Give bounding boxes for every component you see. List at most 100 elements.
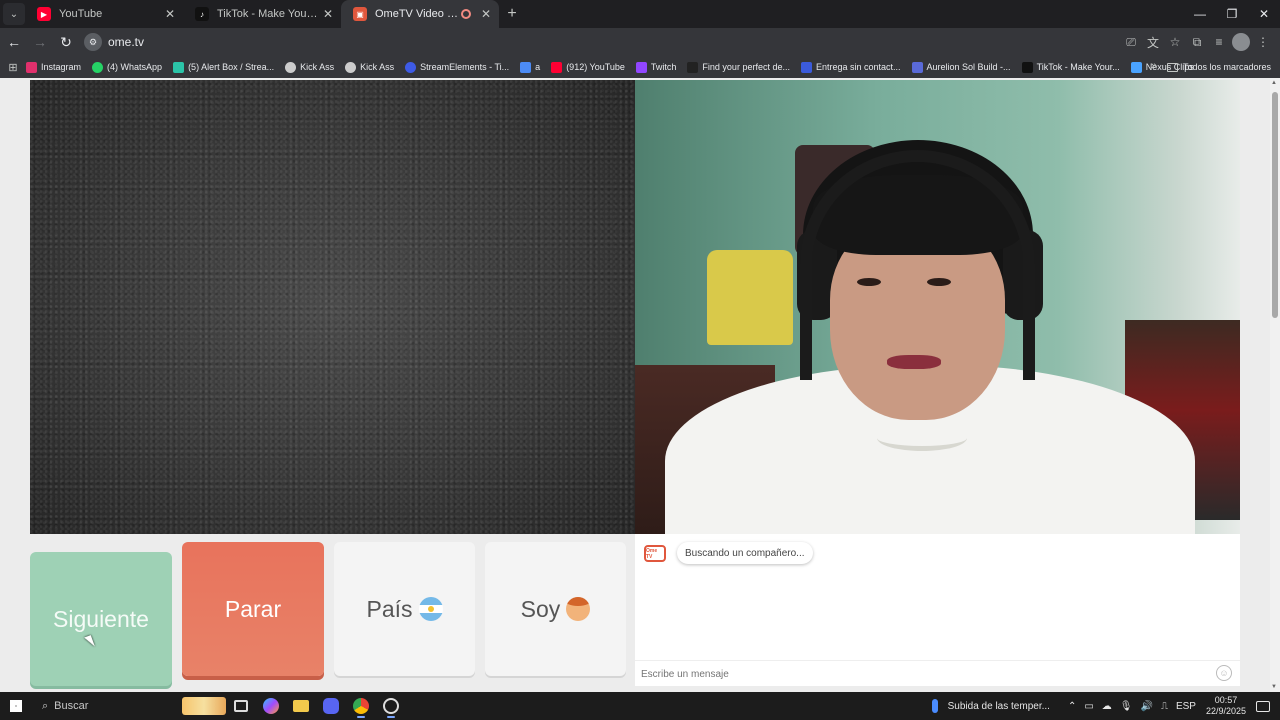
cast-icon[interactable]: ⎚ bbox=[1120, 30, 1142, 54]
bookmark-item[interactable]: Aurelion Sol Build -... bbox=[911, 61, 1011, 73]
apps-grid-icon[interactable]: ⊞ bbox=[0, 61, 26, 74]
video-necklace bbox=[877, 425, 967, 451]
windows-taskbar: ⌕ Buscar Subida de las temper... ⌃ ▭ ☁ 🎙… bbox=[0, 692, 1280, 720]
profile-avatar[interactable] bbox=[1232, 33, 1250, 51]
microphone-icon[interactable]: 🎙 bbox=[1120, 701, 1133, 712]
video-headset bbox=[800, 150, 1035, 380]
whatsapp-icon bbox=[92, 61, 104, 73]
bookmark-item[interactable]: Twitch bbox=[635, 61, 676, 73]
clock[interactable]: 00:57 22/9/2025 bbox=[1206, 695, 1246, 717]
youtube-icon bbox=[551, 61, 563, 73]
minimize-icon[interactable]: — bbox=[1184, 0, 1216, 28]
bookmarks-bar: ⊞ Instagram (4) WhatsApp (5) Alert Box /… bbox=[0, 56, 1280, 78]
bookmark-item[interactable]: Entrega sin contact... bbox=[800, 61, 901, 73]
search-placeholder: Buscar bbox=[54, 700, 89, 712]
globe-icon bbox=[285, 61, 297, 73]
bookmark-label: Kick Ass bbox=[360, 62, 395, 72]
bookmark-item[interactable]: (912) YouTube bbox=[551, 61, 625, 73]
system-tray: Subida de las temper... ⌃ ▭ ☁ 🎙 🔊 ⎍ ESP … bbox=[931, 692, 1280, 720]
site-info-icon[interactable]: ⚙ bbox=[84, 33, 102, 51]
bookmark-item[interactable]: Kick Ass bbox=[345, 61, 395, 73]
tab-ometv[interactable]: ▣ OmeTV Video Chat — Om ✕ bbox=[341, 0, 499, 28]
bookmark-label: StreamElements - Ti... bbox=[420, 62, 510, 72]
chrome-icon[interactable] bbox=[346, 692, 376, 720]
weather-widget[interactable]: Subida de las temper... bbox=[931, 699, 1050, 713]
task-view-icon[interactable] bbox=[226, 692, 256, 720]
forward-arrow-icon[interactable]: → bbox=[28, 30, 52, 54]
menu-icon[interactable]: ⋮ bbox=[1252, 30, 1274, 54]
taskbar-search[interactable]: ⌕ Buscar bbox=[36, 695, 226, 717]
bookmark-label: Instagram bbox=[41, 62, 82, 72]
site-icon bbox=[687, 61, 699, 73]
monitor-icon[interactable]: ▭ bbox=[1084, 701, 1093, 712]
chevron-up-icon[interactable]: ⌃ bbox=[1068, 701, 1076, 712]
browser-toolbar: ← → ↻ ⚙ ome.tv ⎚ 文 ☆ ⧉ ≡ ⋮ bbox=[0, 28, 1280, 56]
document-icon bbox=[800, 61, 812, 73]
copilot-glyph bbox=[263, 698, 279, 714]
bookmark-label: (4) WhatsApp bbox=[107, 62, 163, 72]
close-icon[interactable]: ✕ bbox=[165, 7, 175, 21]
copilot-icon[interactable] bbox=[256, 692, 286, 720]
file-explorer-icon[interactable] bbox=[286, 692, 316, 720]
close-icon[interactable]: ✕ bbox=[481, 7, 491, 21]
bookmark-item[interactable]: (5) Alert Box / Strea... bbox=[173, 61, 274, 73]
search-icon: ⌕ bbox=[42, 699, 49, 712]
language-indicator[interactable]: ESP bbox=[1176, 701, 1196, 712]
scroll-down-icon[interactable]: ▼ bbox=[1271, 684, 1277, 690]
clock-date: 22/9/2025 bbox=[1205, 706, 1246, 716]
stop-button[interactable]: Parar bbox=[182, 542, 324, 676]
obs-glyph bbox=[383, 698, 399, 714]
chevron-right-icon[interactable]: » bbox=[1151, 60, 1157, 72]
close-window-icon[interactable]: ✕ bbox=[1248, 0, 1280, 28]
bookmark-label: Entrega sin contact... bbox=[815, 62, 901, 72]
tab-tiktok[interactable]: ♪ TikTok - Make Your Day ✕ bbox=[183, 0, 341, 28]
bookmark-label: a bbox=[535, 62, 541, 72]
tab-title: TikTok - Make Your Day bbox=[217, 8, 319, 20]
bookmark-item[interactable]: TikTok - Make Your... bbox=[1021, 61, 1120, 73]
extensions-icon[interactable]: ⧉ bbox=[1186, 30, 1208, 54]
bookmark-item[interactable]: Kick Ass bbox=[285, 61, 334, 73]
gender-button[interactable]: Soy bbox=[485, 542, 626, 676]
chat-status-message: Buscando un compañero... bbox=[677, 542, 813, 564]
network-icon[interactable]: ⎍ bbox=[1161, 701, 1168, 712]
new-tab-button[interactable]: + bbox=[499, 1, 525, 27]
media-icon[interactable]: ≡ bbox=[1208, 30, 1230, 54]
address-bar[interactable]: ⚙ ome.tv bbox=[84, 30, 1094, 54]
cloud-icon[interactable]: ☁ bbox=[1102, 701, 1112, 712]
video-mouth bbox=[887, 355, 941, 369]
restore-icon[interactable]: ❐ bbox=[1216, 0, 1248, 28]
bookmark-label: (912) YouTube bbox=[566, 62, 625, 72]
tab-search-button[interactable]: ⌄ bbox=[3, 3, 25, 25]
notification-icon[interactable] bbox=[1256, 700, 1270, 712]
back-arrow-icon[interactable]: ← bbox=[2, 30, 26, 54]
bookmark-item[interactable]: (4) WhatsApp bbox=[92, 61, 163, 73]
bookmark-item[interactable]: Instagram bbox=[26, 61, 82, 73]
start-button[interactable] bbox=[0, 692, 32, 720]
obs-icon[interactable] bbox=[376, 692, 406, 720]
star-icon[interactable]: ☆ bbox=[1164, 30, 1186, 54]
all-bookmarks-button[interactable]: Todos los marcadores bbox=[1166, 56, 1271, 78]
discord-icon[interactable] bbox=[316, 692, 346, 720]
window-controls: — ❐ ✕ bbox=[1184, 0, 1280, 28]
next-button[interactable]: Siguiente bbox=[30, 552, 172, 686]
tab-youtube[interactable]: ▶ YouTube ✕ bbox=[25, 0, 183, 28]
translate-icon[interactable]: 文 bbox=[1142, 30, 1164, 54]
bookmark-item[interactable]: a bbox=[520, 61, 541, 73]
weather-text: Subida de las temper... bbox=[947, 700, 1050, 712]
country-button[interactable]: País bbox=[334, 542, 475, 676]
chat-message-input[interactable] bbox=[641, 663, 1201, 685]
speaker-icon[interactable]: 🔊 bbox=[1140, 701, 1152, 712]
scroll-thumb[interactable] bbox=[1272, 92, 1278, 318]
bookmark-item[interactable]: StreamElements - Ti... bbox=[405, 61, 510, 73]
thermometer-icon bbox=[931, 699, 938, 713]
reload-icon[interactable]: ↻ bbox=[54, 30, 78, 54]
page-scrollbar[interactable]: ▲ ▼ bbox=[1270, 78, 1280, 692]
bookmark-item[interactable]: Find your perfect de... bbox=[687, 61, 790, 73]
video-eye bbox=[927, 278, 951, 286]
argentina-flag-icon bbox=[418, 597, 443, 621]
url-text[interactable]: ome.tv bbox=[108, 35, 144, 49]
emoji-icon[interactable]: ☺ bbox=[1216, 665, 1232, 681]
close-icon[interactable]: ✕ bbox=[323, 7, 333, 21]
scroll-up-icon[interactable]: ▲ bbox=[1271, 80, 1277, 86]
next-button-label: Siguiente bbox=[53, 605, 149, 632]
